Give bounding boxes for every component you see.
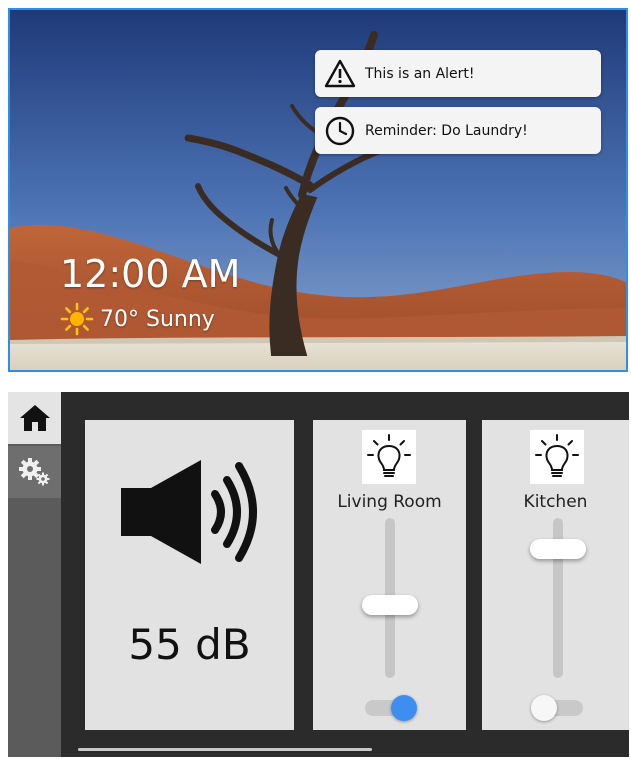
sidebar-item-settings[interactable] [8, 446, 61, 498]
sidebar [8, 392, 61, 757]
volume-level: 55 dB [128, 620, 251, 669]
brightness-slider-living-room[interactable] [362, 518, 418, 678]
brightness-slider-thumb[interactable] [362, 595, 418, 615]
control-panel: 55 dB Living Room Kitchen [8, 392, 629, 757]
brightness-slider-thumb[interactable] [530, 539, 586, 559]
horizontal-scroll-indicator[interactable] [78, 748, 372, 751]
brightness-slider-kitchen[interactable] [530, 518, 586, 678]
toggle-knob[interactable] [391, 695, 417, 721]
clock-time: 12:00 AM [60, 252, 241, 296]
room-label-kitchen: Kitchen [523, 492, 588, 512]
alert-text: This is an Alert! [365, 65, 475, 82]
power-toggle-kitchen[interactable] [531, 695, 583, 721]
light-card-living-room: Living Room [313, 420, 466, 730]
reminder-text: Reminder: Do Laundry! [365, 122, 528, 139]
sun-icon [60, 302, 94, 336]
background-photo-frame: This is an Alert! Reminder: Do Laundry! … [8, 8, 628, 372]
clock-icon [325, 116, 355, 145]
lightbulb-icon [535, 434, 579, 477]
lightbulb-icon-box [530, 430, 584, 484]
lightbulb-icon-box [362, 430, 416, 484]
toggle-knob[interactable] [531, 695, 557, 721]
home-icon [19, 405, 50, 431]
settings-icon [18, 458, 49, 486]
volume-card[interactable]: 55 dB [85, 420, 294, 730]
reminder-notification[interactable]: Reminder: Do Laundry! [315, 107, 601, 154]
room-label-living-room: Living Room [337, 492, 442, 512]
light-card-kitchen: Kitchen [482, 420, 629, 730]
weather-text: 70° Sunny [100, 306, 215, 332]
weather-readout: 70° Sunny [60, 302, 215, 336]
speaker-icon [121, 460, 257, 564]
lightbulb-icon [367, 434, 411, 477]
power-toggle-living-room[interactable] [365, 695, 417, 721]
alert-notification[interactable]: This is an Alert! [315, 50, 601, 97]
warning-icon [324, 59, 356, 87]
sidebar-item-home[interactable] [8, 392, 61, 444]
